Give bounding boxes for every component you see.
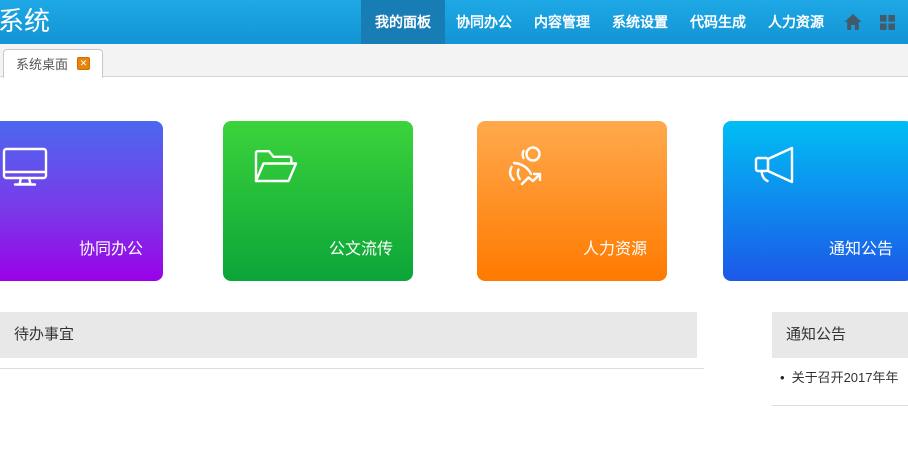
- tile-hr[interactable]: 人力资源: [477, 121, 667, 281]
- top-header: 系统 我的面板 协同办公 内容管理 系统设置 代码生成 人力资源: [0, 0, 908, 44]
- person-arrow-icon: [505, 143, 553, 196]
- notice-panel-title: 通知公告: [786, 326, 846, 343]
- home-icon[interactable]: [835, 0, 871, 44]
- tab-system-desktop[interactable]: 系统桌面 ✕: [3, 49, 103, 78]
- menu-item-hr[interactable]: 人力资源: [757, 0, 835, 44]
- todo-panel-divider: [0, 368, 704, 369]
- notice-panel-divider: [772, 405, 908, 406]
- tab-bar: 系统桌面 ✕: [0, 44, 908, 77]
- tab-label: 系统桌面: [16, 54, 68, 73]
- menu-item-collab-office[interactable]: 协同办公: [445, 0, 523, 44]
- todo-panel-title: 待办事宜: [14, 326, 74, 343]
- main-nav: 我的面板 协同办公 内容管理 系统设置 代码生成 人力资源: [361, 0, 908, 44]
- tile-label: 公文流传: [329, 235, 393, 259]
- notice-list-item[interactable]: • 关于召开2017年年: [780, 370, 908, 386]
- todo-panel-header: 待办事宜: [0, 312, 697, 358]
- grid-icon[interactable]: [871, 0, 904, 44]
- app-logo: 系统: [0, 0, 50, 44]
- desktop-content: 协同办公 公文流传: [0, 78, 908, 454]
- app-window: 系统 我的面板 协同办公 内容管理 系统设置 代码生成 人力资源: [0, 0, 908, 454]
- menu-item-system-settings[interactable]: 系统设置: [601, 0, 679, 44]
- tile-label: 通知公告: [829, 235, 893, 259]
- folder-open-icon: [251, 143, 299, 196]
- bullet-icon: •: [780, 370, 785, 386]
- notice-item-text: 关于召开2017年年: [792, 370, 899, 386]
- menu-item-code-gen[interactable]: 代码生成: [679, 0, 757, 44]
- tile-collab-office[interactable]: 协同办公: [0, 121, 163, 281]
- notice-panel-header: 通知公告: [772, 312, 908, 358]
- megaphone-icon: [751, 143, 799, 196]
- tile-label: 人力资源: [583, 235, 647, 259]
- menu-item-dashboard[interactable]: 我的面板: [361, 0, 445, 44]
- monitor-icon: [1, 143, 49, 196]
- tile-notices[interactable]: 通知公告: [723, 121, 908, 281]
- menu-item-content-mgmt[interactable]: 内容管理: [523, 0, 601, 44]
- close-icon[interactable]: ✕: [77, 57, 90, 70]
- tile-document-flow[interactable]: 公文流传: [223, 121, 413, 281]
- tile-label: 协同办公: [79, 235, 143, 259]
